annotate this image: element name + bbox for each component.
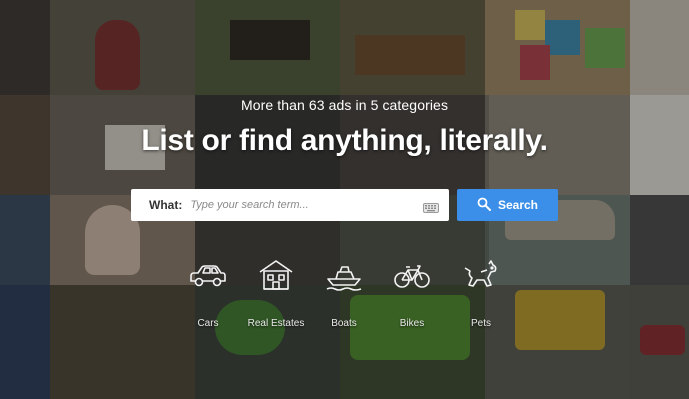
boat-icon xyxy=(324,258,364,297)
search-box[interactable]: What: xyxy=(131,189,449,221)
house-icon xyxy=(256,258,296,297)
category-label: Pets xyxy=(470,318,491,329)
bicycle-icon xyxy=(392,258,432,297)
pet-icon xyxy=(461,258,501,297)
category-bikes[interactable]: Bikes xyxy=(372,258,452,329)
search-button-label: Search xyxy=(497,198,539,212)
category-label: Bikes xyxy=(399,318,425,329)
category-label: Real Estates xyxy=(247,318,305,329)
page-headline: List or find anything, literally. xyxy=(141,124,548,157)
hero-section: More than 63 ads in 5 categories List or… xyxy=(0,0,689,399)
search-icon xyxy=(477,197,491,214)
keyboard-icon[interactable] xyxy=(423,200,439,213)
search-input[interactable] xyxy=(190,195,423,215)
category-label: Cars xyxy=(197,318,219,329)
car-icon xyxy=(188,258,228,297)
search-label: What: xyxy=(149,198,183,212)
search-button[interactable]: Search xyxy=(457,189,558,221)
category-pets[interactable]: Pets xyxy=(441,258,521,329)
ads-count-tagline: More than 63 ads in 5 categories xyxy=(240,97,449,113)
category-label: Boats xyxy=(331,318,357,329)
